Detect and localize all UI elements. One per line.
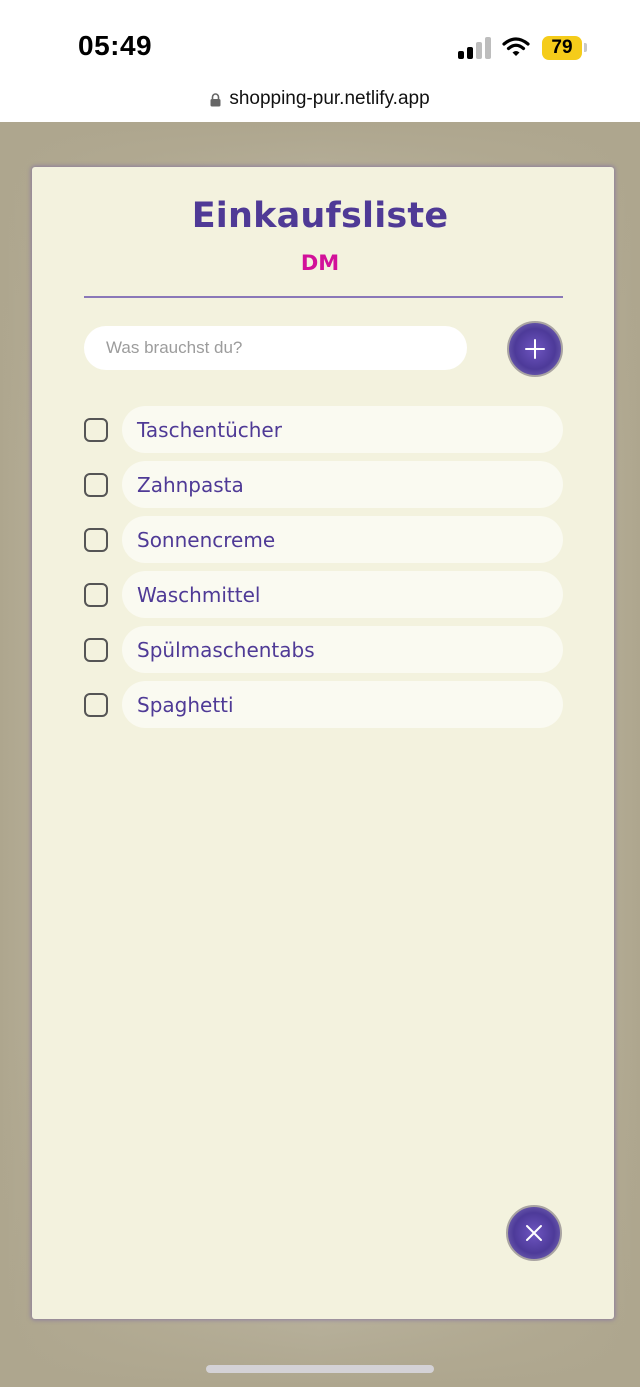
store-subtitle: DM [300,251,340,275]
list-item: Taschentücher [84,406,563,453]
item-checkbox[interactable] [84,528,108,552]
battery-cap [584,43,587,52]
item-label[interactable]: Taschentücher [122,406,563,453]
url-text: shopping-pur.netlify.app [229,88,430,109]
clear-list-button[interactable] [506,1205,562,1261]
plus-icon [525,339,545,359]
status-time: 05:49 [78,30,153,61]
home-indicator[interactable] [206,1365,434,1373]
item-label[interactable]: Spaghetti [122,681,563,728]
list-item: Sonnencreme [84,516,563,563]
list-item: Waschmittel [84,571,563,618]
item-checkbox[interactable] [84,693,108,717]
signal-icon [458,37,492,59]
new-item-input[interactable] [84,326,467,370]
wifi-icon [502,37,530,56]
close-icon [526,1225,542,1241]
battery-icon: 79 [542,36,582,60]
page-title: Einkaufsliste [191,196,449,236]
item-checkbox[interactable] [84,638,108,662]
lock-icon [210,93,221,107]
item-label[interactable]: Zahnpasta [122,461,563,508]
item-label[interactable]: Spülmaschentabs [122,626,563,673]
browser-url-bar[interactable]: shopping-pur.netlify.app [0,84,640,122]
status-bar: 05:49 79 [0,0,640,84]
item-label[interactable]: Sonnencreme [122,516,563,563]
item-checkbox[interactable] [84,583,108,607]
list-item: Zahnpasta [84,461,563,508]
item-label[interactable]: Waschmittel [122,571,563,618]
item-checkbox[interactable] [84,418,108,442]
list-item: Spülmaschentabs [84,626,563,673]
add-item-button[interactable] [507,321,563,377]
item-checkbox[interactable] [84,473,108,497]
list-item: Spaghetti [84,681,563,728]
shopping-list: Taschentücher Zahnpasta Sonnencreme Wasc… [84,406,563,736]
title-divider [84,296,563,298]
